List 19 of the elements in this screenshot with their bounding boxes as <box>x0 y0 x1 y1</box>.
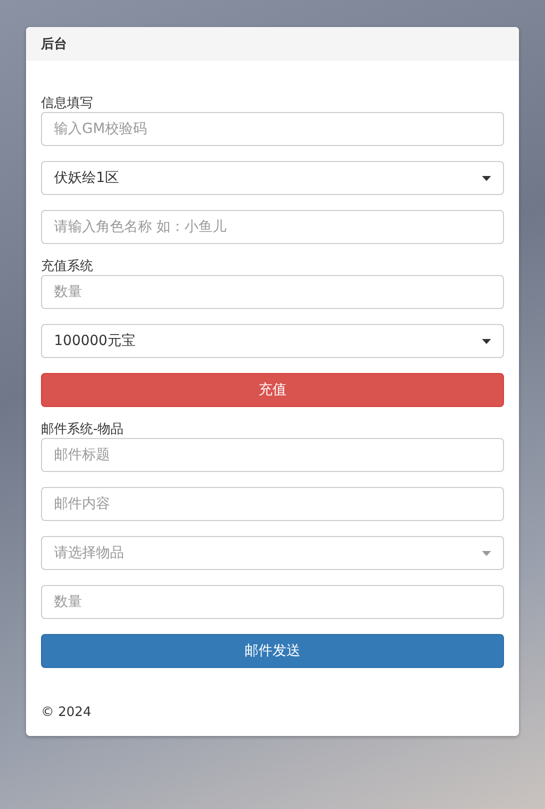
section-label: 充值系统 <box>41 258 94 275</box>
panel-title: 后台 <box>26 27 519 61</box>
section-label: 邮件系统-物品 <box>41 421 125 438</box>
copyright-text: © 2024 <box>41 704 92 722</box>
select-field[interactable]: 伏妖绘1区 <box>41 161 504 195</box>
input-field[interactable]: 数量 <box>41 275 504 309</box>
caret-icon <box>482 176 491 180</box>
input-field[interactable]: 请输入角色名称 如：小鱼儿 <box>41 210 504 244</box>
select-field[interactable]: 100000元宝 <box>41 324 504 358</box>
input-field[interactable]: 数量 <box>41 585 504 619</box>
section-label: 信息填写 <box>41 95 94 112</box>
caret-icon <box>482 338 491 344</box>
input-field[interactable]: 输入GM校验码 <box>41 112 504 146</box>
caret-icon <box>482 550 491 556</box>
input-field[interactable]: 邮件标题 <box>41 438 504 472</box>
select-field[interactable]: 请选择物品 <box>41 536 504 570</box>
input-field[interactable]: 邮件内容 <box>41 487 504 521</box>
submit-button[interactable]: 充值 <box>41 373 504 407</box>
submit-button[interactable]: 邮件发送 <box>41 634 504 668</box>
